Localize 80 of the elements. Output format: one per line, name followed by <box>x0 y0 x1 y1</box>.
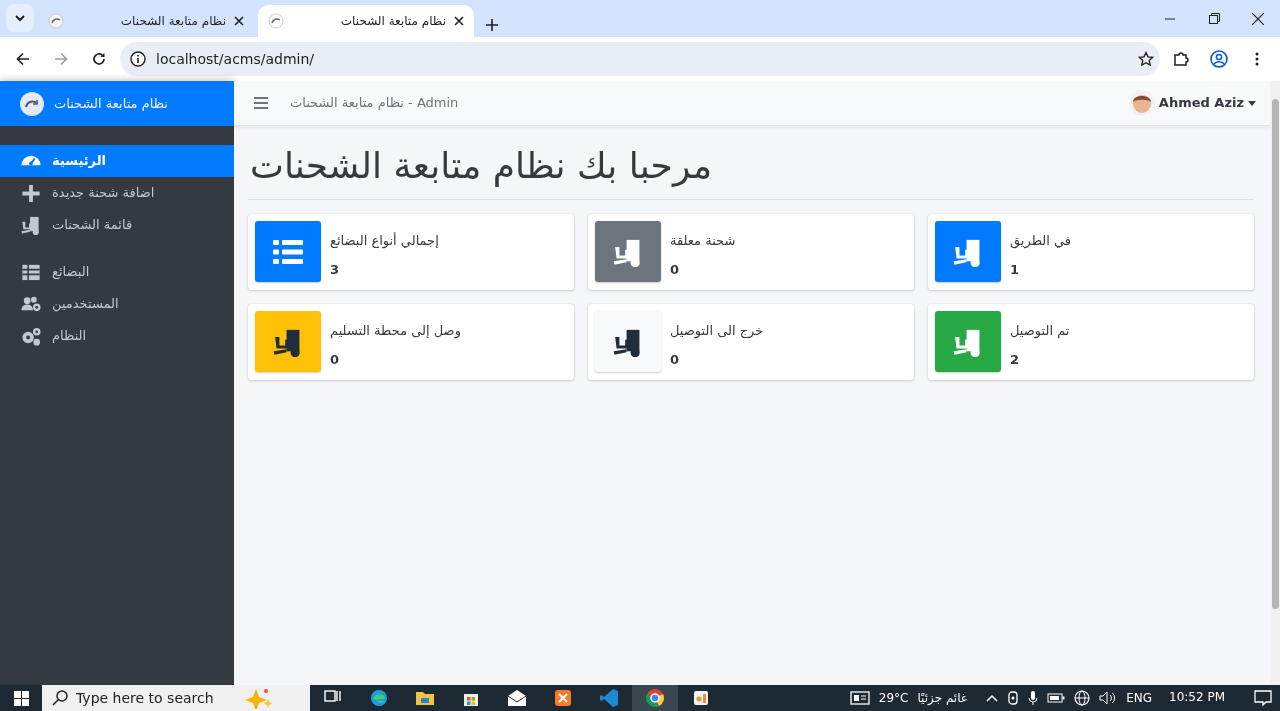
caret-down-icon <box>1248 100 1256 106</box>
code-editor-icon <box>599 688 619 708</box>
card-value: 2 <box>1010 350 1021 369</box>
search-icon <box>52 690 68 706</box>
navbar-title: نظام متابعة الشحنات - Admin <box>290 94 459 113</box>
info-icon[interactable] <box>130 51 146 67</box>
restore-icon <box>1208 13 1220 24</box>
browser-tab[interactable]: نظام متابعة الشحنات <box>38 5 254 37</box>
sidebar-item[interactable]: النظام <box>0 320 234 352</box>
temperature-text: 29°C <box>878 690 909 707</box>
sidebar-item[interactable]: اضافة شحنة جديدة <box>0 177 234 209</box>
tab-search-button[interactable] <box>6 4 34 32</box>
plus-icon <box>20 183 42 203</box>
minimize-icon <box>1165 17 1175 20</box>
tab-title: نظام متابعة الشحنات <box>119 13 226 30</box>
forward-arrow-icon <box>54 52 68 66</box>
favicon-icon <box>268 13 284 29</box>
profile-icon <box>1210 50 1228 68</box>
round-browser-icon <box>645 688 665 708</box>
scrollbar-thumb[interactable] <box>1271 99 1279 609</box>
chevron-up-icon[interactable] <box>986 694 999 702</box>
favicon-icon <box>48 13 64 29</box>
camera-icon[interactable] <box>1007 690 1020 706</box>
card-label: خرج الى التوصيل <box>670 322 764 341</box>
menu-icon <box>254 97 268 109</box>
address-bar[interactable]: localhost/acms/admin/ <box>120 42 1160 76</box>
logo-icon <box>20 91 44 116</box>
taskbar-app-button[interactable] <box>632 685 678 711</box>
globe-icon[interactable] <box>1074 690 1091 706</box>
browser-tab[interactable]: نظام متابعة الشحنات <box>258 5 474 37</box>
tab-title: نظام متابعة الشحنات <box>339 13 446 30</box>
card-value: 1 <box>1010 260 1021 279</box>
language-indicator[interactable]: ENG <box>1126 689 1152 707</box>
card-label: تم التوصيل <box>1010 322 1070 341</box>
windows-icon <box>13 690 29 706</box>
battery-icon[interactable] <box>1047 693 1066 703</box>
card-value: 3 <box>330 260 341 279</box>
clock-time[interactable]: 10:52 PM <box>1169 689 1225 705</box>
more-menu-icon <box>1255 52 1259 66</box>
card-label: شحنة معلقة <box>670 232 736 251</box>
list-icon <box>273 239 303 264</box>
puzzle-icon <box>1173 51 1189 67</box>
star-icon[interactable] <box>1138 51 1154 67</box>
back-arrow-icon <box>16 52 30 66</box>
card-label: وصل إلى محطة التسليم <box>330 322 461 341</box>
sidebar-item[interactable]: المستخدمين <box>0 288 234 320</box>
sidebar-item[interactable]: قائمة الشحنات <box>0 209 234 241</box>
card-label: في الطريق <box>1010 232 1072 251</box>
microphone-icon[interactable] <box>1028 690 1039 706</box>
url-text: localhost/acms/admin/ <box>156 49 316 69</box>
app-tile-icon <box>691 688 711 708</box>
user-menu-button[interactable]: Ahmed Aziz <box>1128 90 1256 116</box>
taskbar-search[interactable]: Type here to search <box>42 685 310 711</box>
card-value: 0 <box>330 350 341 369</box>
plus-icon <box>486 19 498 31</box>
card-label: إجمالي أنواع البضائع <box>330 231 439 251</box>
card-value: 0 <box>670 260 681 279</box>
sidebar-item[interactable]: الرئيسية <box>0 145 234 177</box>
close-icon <box>1252 12 1264 25</box>
sidebar-item[interactable]: البضائع <box>0 256 234 288</box>
gears-icon <box>20 326 42 346</box>
speaker-icon[interactable] <box>1099 691 1118 705</box>
chevron-down-icon <box>14 12 26 24</box>
app-cross-icon <box>553 688 573 708</box>
news-icon[interactable] <box>849 691 870 705</box>
users-icon <box>20 294 42 314</box>
weather-text: غائم جزئيًا <box>917 690 968 707</box>
brand-title: نظام متابعة الشحنات <box>54 94 168 113</box>
avatar <box>1128 90 1155 116</box>
envelope-icon <box>507 688 527 708</box>
reload-icon <box>92 52 106 66</box>
browser-swirl-icon <box>369 688 389 708</box>
search-input[interactable]: Type here to search <box>76 687 226 709</box>
table-icon <box>20 262 42 282</box>
dolly-icon <box>20 215 42 235</box>
notification-icon[interactable] <box>1254 690 1272 706</box>
close-icon[interactable] <box>234 16 244 26</box>
close-icon[interactable] <box>454 16 464 26</box>
card-value: 0 <box>670 350 681 369</box>
page-heading: مرحبا بك نظام متابعة الشحنات <box>250 144 714 188</box>
